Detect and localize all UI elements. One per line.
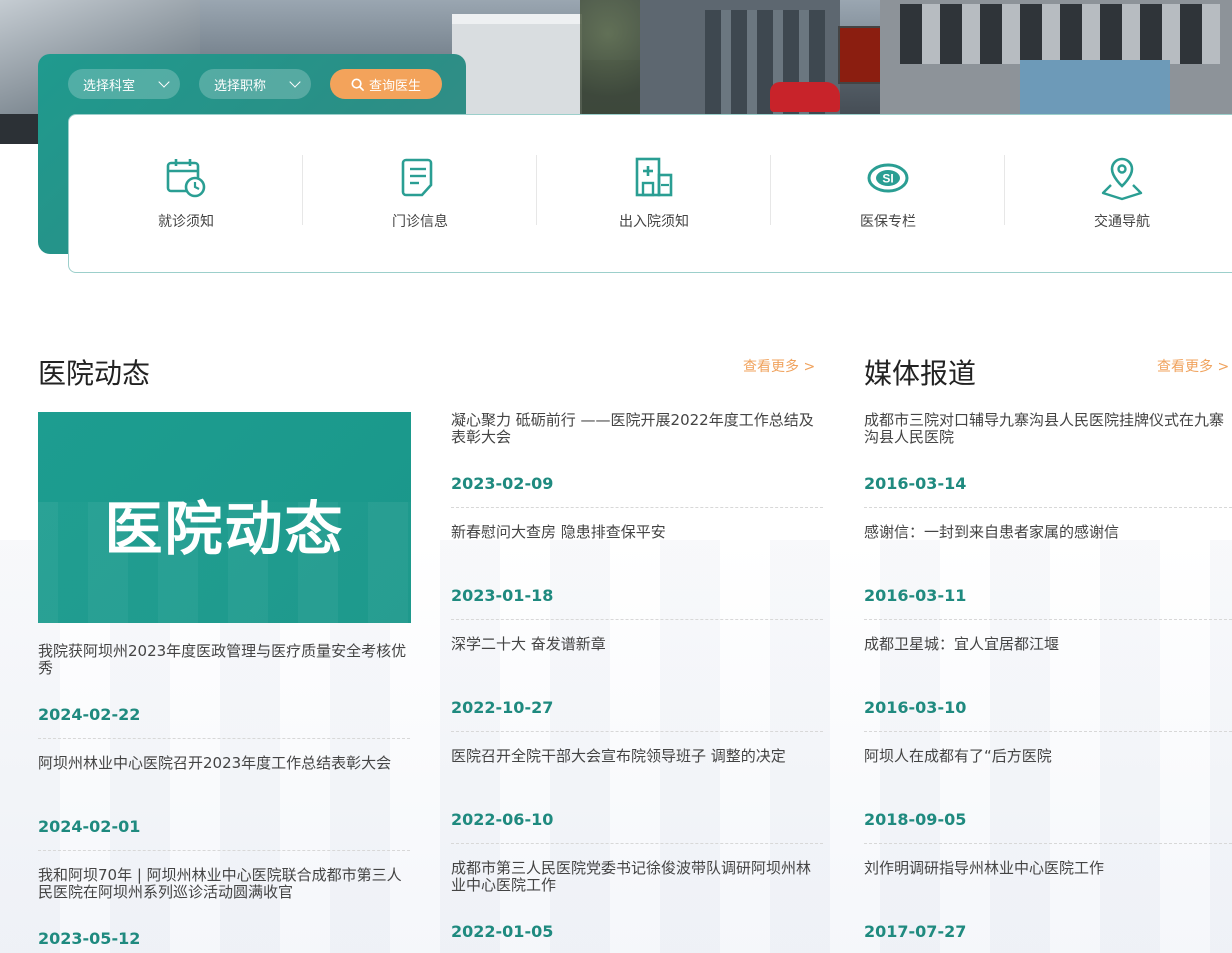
news-item[interactable]: 成都市第三人民医院党委书记徐俊波带队调研阿坝州林业中心医院工作 2022-01-… xyxy=(451,860,823,941)
hospital-news-title: 医院动态 xyxy=(38,357,151,390)
news-item-title[interactable]: 我院获阿坝州2023年度医政管理与医疗质量安全考核优秀 xyxy=(38,643,410,683)
chevron-down-icon xyxy=(289,76,301,88)
news-item-title[interactable]: 我和阿坝70年 | 阿坝州林业中心医院联合成都市第三人民医院在阿坝州系列巡诊活动… xyxy=(38,867,410,907)
media-item-date: 2017-07-27 xyxy=(864,922,967,941)
news-item[interactable]: 新春慰问大查房 隐患排查保平安 2023-01-18 xyxy=(451,524,823,620)
news-item[interactable]: 凝心聚力 砥砺前行 ——医院开展2022年度工作总结及表彰大会 2023-02-… xyxy=(451,412,823,508)
media-item[interactable]: 感谢信：一封到来自患者家属的感谢信 2016-03-11 xyxy=(864,524,1232,620)
search-icon xyxy=(351,77,364,91)
title-select-label: 选择职称 xyxy=(214,78,267,94)
service-medical-insurance[interactable]: SI 医保专栏 xyxy=(771,155,1005,245)
divider xyxy=(451,507,823,508)
media-item[interactable]: 阿坝人在成都有了“后方医院 2018-09-05 xyxy=(864,748,1232,844)
divider xyxy=(864,507,1232,508)
location-map-icon xyxy=(1101,157,1143,201)
divider xyxy=(38,850,410,851)
media-item-date: 2016-03-11 xyxy=(864,586,967,605)
news-item-date: 2022-06-10 xyxy=(451,810,554,829)
divider xyxy=(864,843,1232,844)
news-item-title[interactable]: 深学二十大 奋发谱新章 xyxy=(451,636,823,676)
media-item[interactable]: 刘作明调研指导州林业中心医院工作 2017-07-27 xyxy=(864,860,1232,941)
news-item[interactable]: 深学二十大 奋发谱新章 2022-10-27 xyxy=(451,636,823,732)
hospital-building-icon xyxy=(635,157,673,197)
service-label: 门诊信息 xyxy=(392,214,448,230)
divider xyxy=(864,619,1232,620)
news-item-date: 2023-05-12 xyxy=(38,929,141,948)
media-item-title[interactable]: 感谢信：一封到来自患者家属的感谢信 xyxy=(864,524,1232,564)
service-outpatient-info[interactable]: 门诊信息 xyxy=(303,155,537,245)
media-reports-more-link[interactable]: 查看更多 > xyxy=(1157,356,1229,376)
service-visit-notice[interactable]: 就诊须知 xyxy=(69,155,303,245)
media-item-title[interactable]: 成都市三院对口辅导九寨沟县人民医院挂牌仪式在九寨沟县人民医院 xyxy=(864,412,1232,452)
news-item-date: 2023-02-09 xyxy=(451,474,554,493)
divider xyxy=(451,619,823,620)
news-item-date: 2024-02-01 xyxy=(38,817,141,836)
news-item-title[interactable]: 凝心聚力 砥砺前行 ——医院开展2022年度工作总结及表彰大会 xyxy=(451,412,823,452)
media-item[interactable]: 成都卫星城：宜人宜居都江堰 2016-03-10 xyxy=(864,636,1232,732)
query-doctor-label: 查询医生 xyxy=(368,78,421,94)
medical-insurance-icon: SI xyxy=(867,163,909,193)
media-item-title[interactable]: 阿坝人在成都有了“后方医院 xyxy=(864,748,1232,788)
divider xyxy=(451,843,823,844)
media-item-date: 2016-03-10 xyxy=(864,698,967,717)
media-item-title[interactable]: 刘作明调研指导州林业中心医院工作 xyxy=(864,860,1232,900)
news-item-title[interactable]: 医院召开全院干部大会宣布院领导班子 调整的决定 xyxy=(451,748,823,788)
news-item-date: 2023-01-18 xyxy=(451,586,554,605)
feature-image-text: 医院动态 xyxy=(104,495,345,563)
media-item[interactable]: 成都市三院对口辅导九寨沟县人民医院挂牌仪式在九寨沟县人民医院 2016-03-1… xyxy=(864,412,1232,508)
news-item-date: 2022-01-05 xyxy=(451,922,554,941)
media-item-date: 2016-03-14 xyxy=(864,474,967,493)
department-select[interactable]: 选择科室 xyxy=(68,69,180,99)
divider xyxy=(451,731,823,732)
department-select-label: 选择科室 xyxy=(83,78,136,94)
news-item[interactable]: 我院获阿坝州2023年度医政管理与医疗质量安全考核优秀 2024-02-22 xyxy=(38,643,410,739)
media-item-date: 2018-09-05 xyxy=(864,810,967,829)
news-item[interactable]: 阿坝州林业中心医院召开2023年度工作总结表彰大会 2024-02-01 xyxy=(38,755,410,851)
document-icon xyxy=(401,158,433,197)
service-label: 出入院须知 xyxy=(619,214,689,230)
svg-text:SI: SI xyxy=(882,172,893,186)
hospital-news-feature-image[interactable]: 医院动态 xyxy=(38,412,411,623)
service-label: 就诊须知 xyxy=(158,214,214,230)
service-traffic-navigation[interactable]: 交通导航 xyxy=(1005,155,1232,245)
media-item-title[interactable]: 成都卫星城：宜人宜居都江堰 xyxy=(864,636,1232,676)
divider xyxy=(864,731,1232,732)
news-item-title[interactable]: 新春慰问大查房 隐患排查保平安 xyxy=(451,524,823,564)
title-select[interactable]: 选择职称 xyxy=(199,69,311,99)
calendar-clock-icon xyxy=(166,159,206,198)
news-item-title[interactable]: 阿坝州林业中心医院召开2023年度工作总结表彰大会 xyxy=(38,755,410,795)
news-item-title[interactable]: 成都市第三人民医院党委书记徐俊波带队调研阿坝州林业中心医院工作 xyxy=(451,860,823,900)
chevron-down-icon xyxy=(158,76,170,88)
quick-services-card: 就诊须知 门诊信息 出入院须知 SI 医保专栏 交通导航 xyxy=(68,114,1232,273)
service-admission-notice[interactable]: 出入院须知 xyxy=(537,155,771,245)
divider xyxy=(38,738,410,739)
news-item-date: 2022-10-27 xyxy=(451,698,554,717)
media-reports-title: 媒体报道 xyxy=(864,357,977,390)
news-item[interactable]: 我和阿坝70年 | 阿坝州林业中心医院联合成都市第三人民医院在阿坝州系列巡诊活动… xyxy=(38,867,410,948)
news-item-date: 2024-02-22 xyxy=(38,705,141,724)
service-label: 交通导航 xyxy=(1094,214,1150,230)
news-item[interactable]: 医院召开全院干部大会宣布院领导班子 调整的决定 2022-06-10 xyxy=(451,748,823,844)
query-doctor-button[interactable]: 查询医生 xyxy=(330,69,442,99)
service-label: 医保专栏 xyxy=(860,214,916,230)
hospital-news-more-link[interactable]: 查看更多 > xyxy=(743,356,815,376)
